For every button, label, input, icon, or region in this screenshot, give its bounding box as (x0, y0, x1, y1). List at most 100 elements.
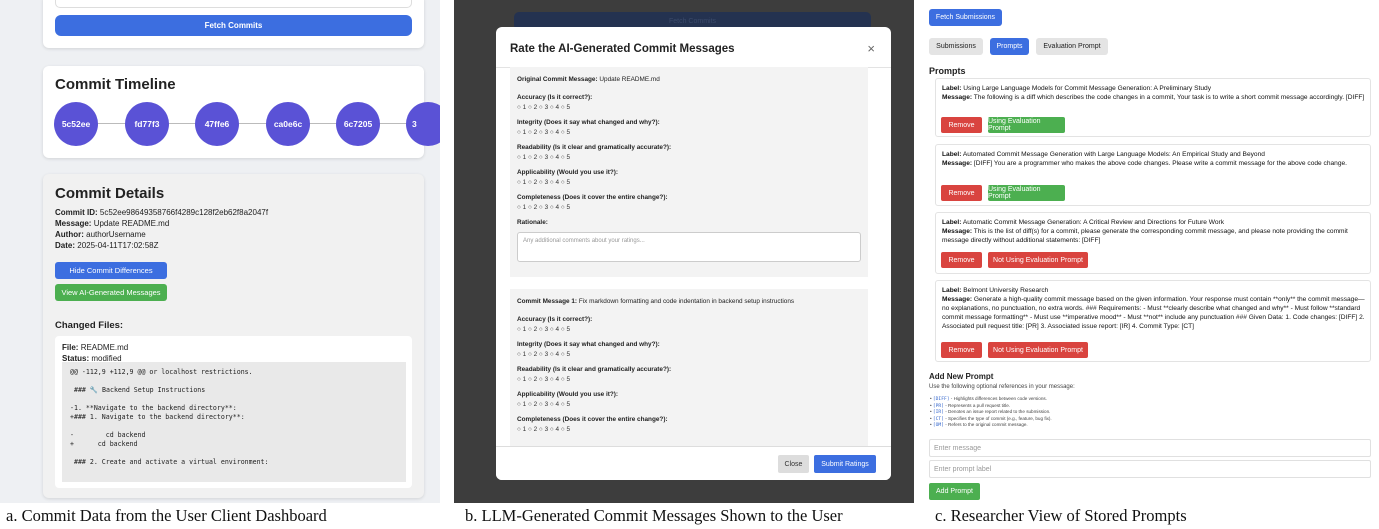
fetch-submissions-button[interactable]: Fetch Submissions (929, 9, 1002, 26)
author-label: Author: (55, 230, 84, 239)
close-button[interactable]: Close (778, 455, 809, 473)
commit-node[interactable]: fd77f3 (125, 102, 169, 146)
commit-id-label: Commit ID: (55, 208, 98, 217)
panel-commit-dashboard: Fetch Commits Commit Timeline 5c52ee fd7… (0, 0, 440, 503)
prompt-label: Using Large Language Models for Commit M… (963, 85, 1212, 92)
evaluation-toggle-button[interactable]: Using Evaluation Prompt (988, 185, 1065, 201)
message-value: Update README.md (93, 219, 170, 228)
timeline-title: Commit Timeline (55, 76, 176, 93)
message-label: Message: (55, 219, 92, 228)
original-label: Original Commit Message: (517, 76, 598, 83)
remove-button[interactable]: Remove (941, 252, 982, 268)
question-readability: Readability (Is it clear and gramaticall… (517, 366, 672, 373)
message-key: Message: (942, 296, 973, 303)
remove-button[interactable]: Remove (941, 185, 982, 201)
commit-node[interactable]: 6c7205 (336, 102, 380, 146)
author-value: authorUsername (86, 230, 146, 239)
original-message-box: Original Commit Message: Update README.m… (510, 67, 868, 277)
commit-message-1-box: Commit Message 1: Fix markdown formattin… (510, 289, 868, 449)
question-accuracy: Accuracy (Is it correct?): (517, 94, 593, 101)
ref-key: [DIFF] (932, 397, 950, 402)
prompt-label-input[interactable]: Enter prompt label (929, 460, 1371, 478)
rating-radios[interactable]: ○ 1 ○ 2 ○ 3 ○ 4 ○ 5 (517, 376, 861, 384)
close-icon[interactable]: × (867, 41, 875, 56)
file-meta: File: README.md Status: modified (62, 342, 128, 364)
rationale-textarea[interactable]: Any additional comments about your ratin… (517, 232, 861, 262)
rating-radios[interactable]: ○ 1 ○ 2 ○ 3 ○ 4 ○ 5 (517, 326, 861, 334)
commit-meta: Commit ID: 5c52ee98649358766f4289c128f2e… (55, 207, 268, 251)
rating-radios[interactable]: ○ 1 ○ 2 ○ 3 ○ 4 ○ 5 (517, 129, 861, 137)
reference-list: • [DIFF] - Highlights differences betwee… (930, 396, 1052, 429)
commit-id-value: 5c52ee98649358766f4289c128f2eb62f8a2047f (99, 208, 269, 217)
commit-node[interactable]: 47ffe6 (195, 102, 239, 146)
ref-key: [CT] (932, 416, 944, 422)
add-prompt-button[interactable]: Add Prompt (929, 483, 980, 500)
question-completeness: Completeness (Does it cover the entire c… (517, 194, 668, 201)
label-key: Label: (942, 219, 962, 226)
label-key: Label: (942, 287, 962, 294)
rating-radios[interactable]: ○ 1 ○ 2 ○ 3 ○ 4 ○ 5 (517, 179, 861, 187)
tab-evaluation-prompt[interactable]: Evaluation Prompt (1036, 38, 1108, 55)
commit-node[interactable]: 5c52ee (54, 102, 98, 146)
rationale-label: Rationale: (517, 219, 548, 226)
prompt-label: Automated Commit Message Generation with… (962, 151, 1265, 158)
file-value: README.md (80, 343, 129, 352)
ref-desc: - Represents a pull request title. (943, 402, 1011, 408)
ref-desc: - Specifies the type of commit (e.g., fe… (943, 415, 1052, 421)
message-key: Message: (942, 228, 973, 235)
file-label: File: (62, 343, 79, 352)
modal-title: Rate the AI-Generated Commit Messages (510, 43, 735, 55)
commit-node[interactable]: ca0e6c (266, 102, 310, 146)
fetch-commits-button[interactable]: Fetch Commits (55, 15, 412, 36)
question-integrity: Integrity (Does it say what changed and … (517, 341, 660, 348)
date-value: 2025-04-11T17:02:58Z (77, 241, 159, 250)
panel-rating-modal: Fetch Commits Rate the AI-Generated Comm… (454, 0, 914, 503)
caption-c: c. Researcher View of Stored Prompts (935, 506, 1187, 525)
changed-files-title: Changed Files: (55, 320, 124, 331)
message-input[interactable]: Enter message (929, 439, 1371, 457)
prompt-message: Generate a high-quality commit message b… (942, 296, 1365, 330)
prompts-title: Prompts (929, 66, 966, 76)
rating-radios[interactable]: ○ 1 ○ 2 ○ 3 ○ 4 ○ 5 (517, 426, 861, 434)
message-key: Message: (942, 160, 973, 167)
question-accuracy: Accuracy (Is it correct?): (517, 316, 593, 323)
label-key: Label: (942, 151, 962, 158)
ref-desc: - Refers to the original commit message. (943, 422, 1028, 428)
ref-desc: - Denotes an issue report related to the… (943, 409, 1051, 415)
ref-key: [OM] (932, 423, 944, 429)
evaluation-toggle-button[interactable]: Using Evaluation Prompt (988, 117, 1065, 133)
remove-button[interactable]: Remove (941, 117, 982, 133)
view-ai-messages-button[interactable]: View AI-Generated Messages (55, 284, 167, 301)
repo-input[interactable] (55, 0, 412, 8)
ref-desc: - Highlights differences between code ve… (949, 396, 1047, 401)
caption-b: b. LLM-Generated Commit Messages Shown t… (465, 506, 843, 525)
original-message: Update README.md (599, 76, 660, 83)
rating-radios[interactable]: ○ 1 ○ 2 ○ 3 ○ 4 ○ 5 (517, 351, 861, 359)
hide-diff-button[interactable]: Hide Commit Differences (55, 262, 167, 279)
prompt-text: Label: Using Large Language Models for C… (942, 84, 1366, 102)
diff-code-block: @@ -112,9 +112,9 @@ or localhost restric… (62, 362, 406, 482)
prompt-card: Label: Belmont University Research Messa… (935, 280, 1371, 362)
prompt-card: Label: Automated Commit Message Generati… (935, 144, 1371, 206)
tab-prompts[interactable]: Prompts (990, 38, 1029, 55)
rating-radios[interactable]: ○ 1 ○ 2 ○ 3 ○ 4 ○ 5 (517, 154, 861, 162)
prompt-label: Belmont University Research (963, 287, 1049, 294)
prompt-message: [DIFF] You are a programmer who makes th… (973, 160, 1348, 167)
prompt-text: Label: Belmont University Research Messa… (942, 286, 1366, 331)
rating-modal: Rate the AI-Generated Commit Messages × … (496, 27, 891, 480)
tab-submissions[interactable]: Submissions (929, 38, 983, 55)
rating-radios[interactable]: ○ 1 ○ 2 ○ 3 ○ 4 ○ 5 (517, 401, 861, 409)
caption-a: a. Commit Data from the User Client Dash… (6, 506, 327, 525)
msg1-label: Commit Message 1: (517, 298, 578, 305)
question-applicability: Applicability (Would you use it?): (517, 391, 619, 398)
evaluation-toggle-button[interactable]: Not Using Evaluation Prompt (988, 252, 1088, 268)
msg1-text: Fix markdown formatting and code indenta… (578, 298, 795, 305)
prompt-text: Label: Automated Commit Message Generati… (942, 150, 1366, 168)
evaluation-toggle-button[interactable]: Not Using Evaluation Prompt (988, 342, 1088, 358)
remove-button[interactable]: Remove (941, 342, 982, 358)
question-applicability: Applicability (Would you use it?): (517, 169, 619, 176)
rating-radios[interactable]: ○ 1 ○ 2 ○ 3 ○ 4 ○ 5 (517, 104, 861, 112)
details-title: Commit Details (55, 185, 165, 202)
submit-ratings-button[interactable]: Submit Ratings (814, 455, 876, 473)
rating-radios[interactable]: ○ 1 ○ 2 ○ 3 ○ 4 ○ 5 (517, 204, 861, 212)
